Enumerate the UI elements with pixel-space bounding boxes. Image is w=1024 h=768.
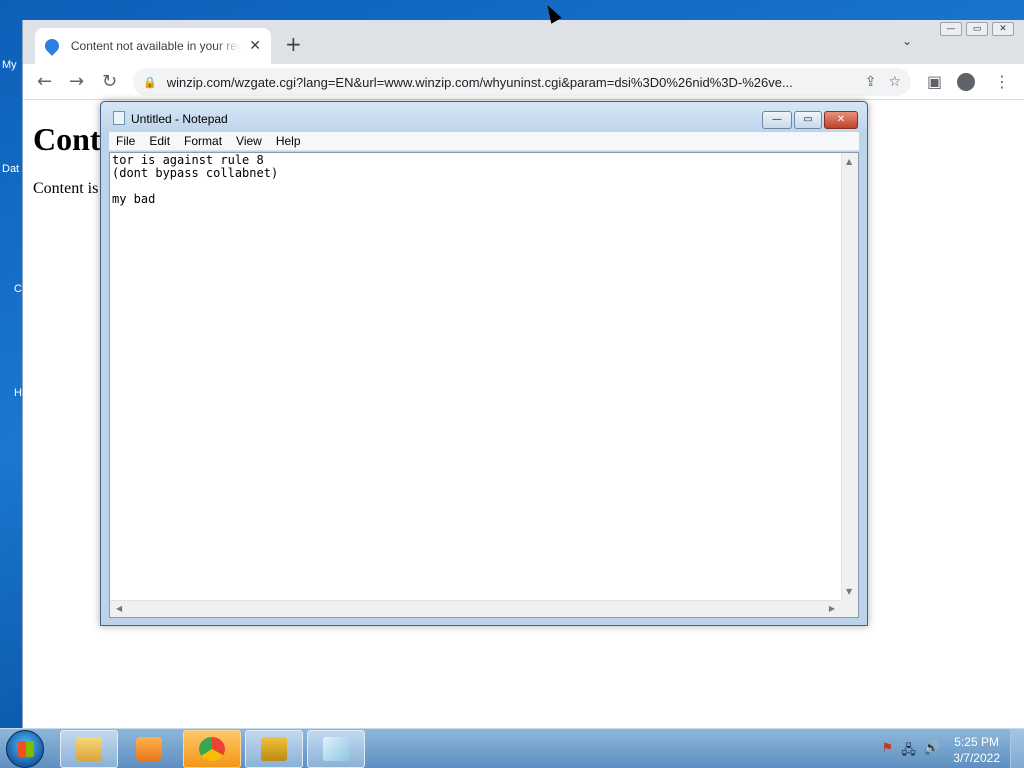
menu-icon[interactable]: ⋮: [994, 72, 1010, 91]
scroll-left-icon[interactable]: ◀: [116, 604, 122, 613]
chevron-down-icon[interactable]: ⌄: [902, 34, 912, 48]
desktop-label-c: C: [14, 283, 22, 295]
profile-icon[interactable]: [957, 73, 975, 95]
address-url[interactable]: winzip.com/wzgate.cgi?lang=EN&url=www.wi…: [167, 75, 853, 90]
sidepanel-icon[interactable]: ▣: [927, 72, 942, 91]
windows-logo-icon: [18, 741, 34, 757]
minimize-button[interactable]: —: [940, 22, 962, 36]
desktop-label-my: My: [2, 59, 17, 71]
desktop-label-h: H: [14, 387, 22, 399]
notepad-titlebar[interactable]: Untitled - Notepad — ▭ ✕: [101, 102, 867, 132]
chrome-toolbar: ← → ↻ 🔒 winzip.com/wzgate.cgi?lang=EN&ur…: [23, 64, 1024, 100]
reload-icon[interactable]: ↻: [102, 71, 117, 92]
taskbar-file-explorer[interactable]: [60, 730, 118, 768]
taskbar-media-player[interactable]: [120, 730, 178, 768]
notepad-minimize-button[interactable]: —: [762, 111, 792, 129]
tab-title: Content not available in your region: [70, 39, 242, 53]
scroll-up-icon[interactable]: ▲: [846, 157, 852, 166]
clock-date: 3/7/2022: [953, 751, 1000, 765]
share-icon[interactable]: ⇪: [865, 74, 877, 90]
close-button[interactable]: ✕: [992, 22, 1014, 36]
horizontal-scrollbar[interactable]: ◀ ▶: [110, 600, 841, 617]
notepad-icon: [113, 111, 125, 125]
chrome-tabstrip: Content not available in your region ✕ +…: [23, 20, 1024, 64]
favicon-icon: [42, 36, 62, 56]
lock-icon[interactable]: 🔒: [143, 76, 157, 89]
maximize-button[interactable]: ▭: [966, 22, 988, 36]
folder-icon: [76, 737, 102, 761]
clock-time: 5:25 PM: [954, 735, 999, 749]
menu-format[interactable]: Format: [177, 134, 229, 148]
window-controls: — ▭ ✕: [940, 22, 1014, 36]
action-center-icon[interactable]: ⚑: [882, 741, 894, 763]
taskbar-winzip[interactable]: [245, 730, 303, 768]
show-desktop-button[interactable]: [1010, 729, 1024, 768]
menu-file[interactable]: File: [109, 134, 142, 148]
winzip-icon: [261, 737, 287, 761]
network-icon[interactable]: 🖧: [901, 741, 916, 763]
desktop-label-dat: Dat: [2, 163, 20, 175]
notepad-close-button[interactable]: ✕: [824, 111, 858, 129]
notepad-taskbar-icon: [323, 737, 349, 761]
taskbar: ⚑ 🖧 🔊 5:25 PM 3/7/2022: [0, 728, 1024, 768]
start-button[interactable]: [6, 730, 44, 768]
close-icon[interactable]: ✕: [249, 38, 261, 54]
scroll-right-icon[interactable]: ▶: [829, 604, 835, 613]
address-bar[interactable]: 🔒 winzip.com/wzgate.cgi?lang=EN&url=www.…: [133, 68, 911, 96]
menu-edit[interactable]: Edit: [142, 134, 177, 148]
plus-icon[interactable]: +: [285, 32, 302, 56]
notepad-text[interactable]: tor is against rule 8 (dont bypass colla…: [112, 153, 834, 595]
back-icon[interactable]: ←: [37, 71, 52, 92]
menu-help[interactable]: Help: [269, 134, 308, 148]
media-player-icon: [136, 737, 162, 761]
chrome-icon: [199, 737, 225, 761]
star-icon[interactable]: ☆: [888, 74, 901, 90]
clock[interactable]: 5:25 PM 3/7/2022: [953, 734, 1000, 766]
notepad-menubar: File Edit Format View Help: [109, 132, 859, 151]
forward-icon[interactable]: →: [69, 71, 84, 92]
browser-tab[interactable]: Content not available in your region ✕: [35, 28, 271, 64]
taskbar-notepad[interactable]: [307, 730, 365, 768]
notepad-window: Untitled - Notepad — ▭ ✕ File Edit Forma…: [100, 101, 868, 626]
taskbar-chrome[interactable]: [183, 730, 241, 768]
notepad-maximize-button[interactable]: ▭: [794, 111, 822, 129]
notepad-editor[interactable]: tor is against rule 8 (dont bypass colla…: [109, 152, 859, 618]
page-heading: Cont: [33, 121, 101, 157]
notepad-title: Untitled - Notepad: [131, 112, 228, 126]
volume-icon[interactable]: 🔊: [924, 741, 940, 763]
menu-view[interactable]: View: [229, 134, 269, 148]
page-body-text: Content is: [33, 180, 99, 197]
scroll-down-icon[interactable]: ▼: [846, 587, 852, 596]
vertical-scrollbar[interactable]: ▲ ▼: [841, 153, 858, 600]
resize-grip-icon[interactable]: [841, 600, 858, 617]
system-tray: ⚑ 🖧 🔊: [882, 741, 940, 763]
